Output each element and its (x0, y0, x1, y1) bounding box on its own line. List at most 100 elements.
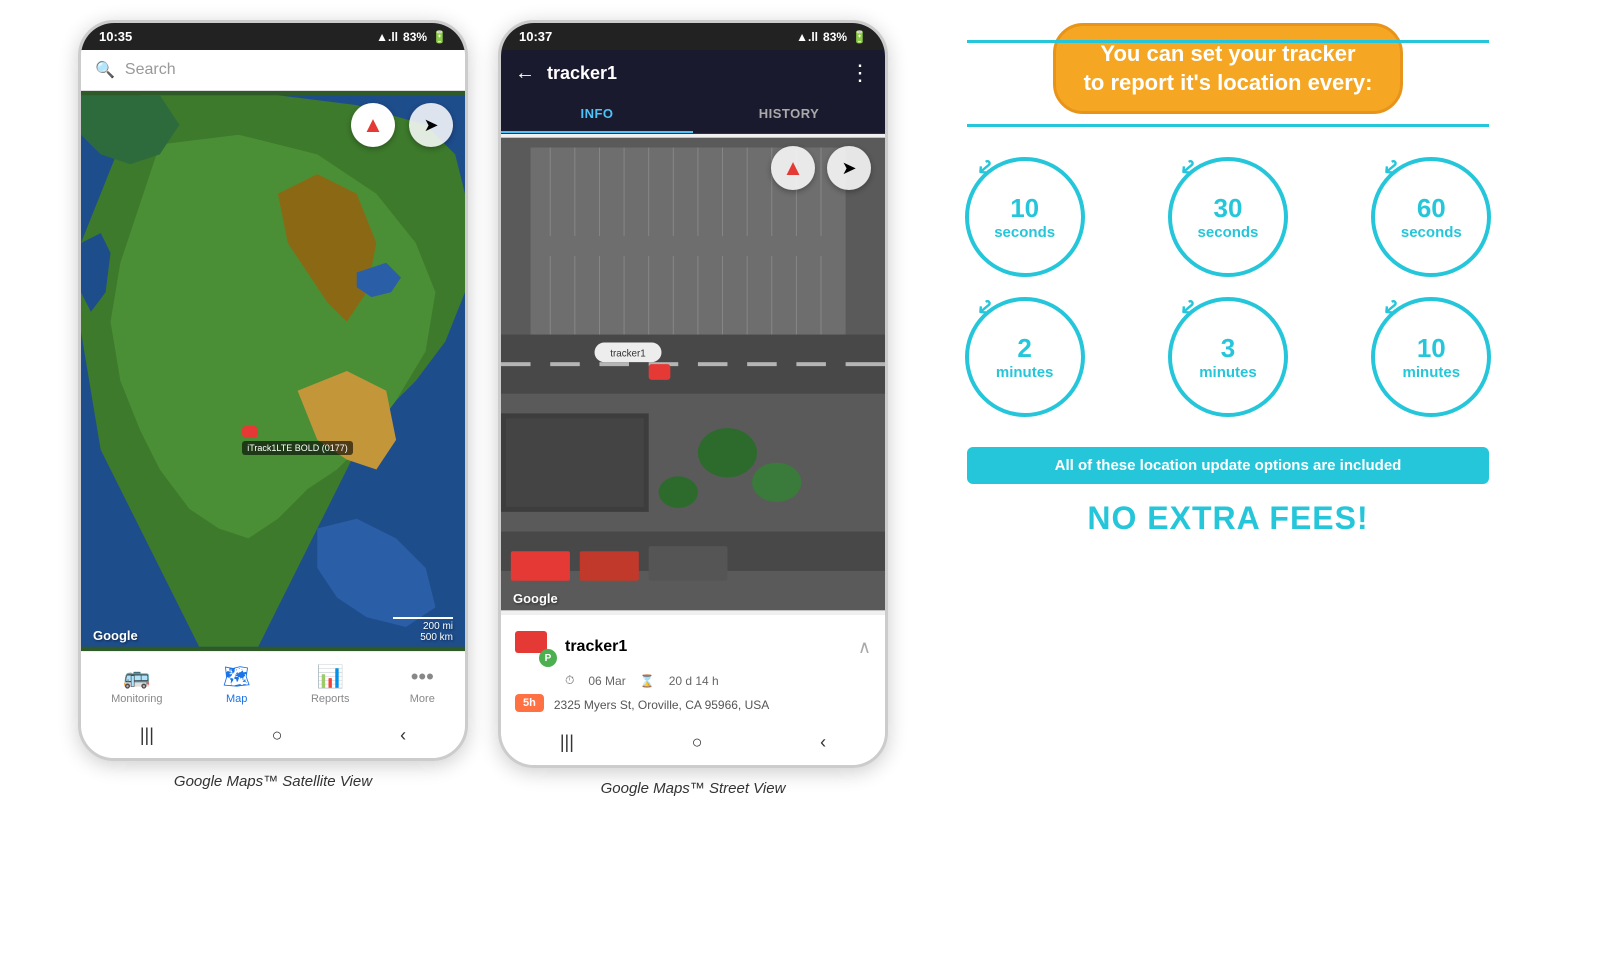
phone1-tracker-marker[interactable]: iTrack1LTE BOLD (0177) (242, 426, 353, 455)
circle-arrow-10s: ↩ (971, 153, 1000, 183)
info-headline: You can set your trackerto report it's l… (1053, 23, 1404, 114)
duration-icon: ⌛ (640, 674, 655, 688)
phone2-status-bar: 10:37 ▲.ll 83% 🔋 (501, 23, 885, 50)
tracker-car-icon (242, 426, 258, 438)
phone2-compass-btn[interactable]: ▲ (771, 146, 815, 190)
circle-10s-number: 10 (1010, 193, 1039, 224)
phone2-gesture-back-btn[interactable]: ‹ (820, 732, 826, 753)
circle-30s-unit: seconds (1198, 224, 1259, 241)
map-scale-phone1: 200 mi 500 km (393, 617, 453, 643)
tracker-duration: 20 d 14 h (669, 674, 719, 688)
phone2-battery: 83% (823, 30, 847, 44)
circle-arrow-30s: ↩ (1174, 153, 1203, 183)
phone2-gesture-menu-btn[interactable]: ||| (560, 732, 574, 753)
circle-3m-unit: minutes (1199, 364, 1257, 381)
circle-60s-unit: seconds (1401, 224, 1462, 241)
circle-10m-display: ↩ 10 minutes (1371, 297, 1491, 417)
tracker-label-text: iTrack1LTE BOLD (0177) (242, 441, 353, 455)
phone1-status-right: ▲.ll 83% 🔋 (376, 30, 447, 44)
tracker-info-header: P tracker1 ∧ (515, 627, 871, 667)
phone2-status-right: ▲.ll 83% 🔋 (796, 30, 867, 44)
nav-reports-label: Reports (311, 693, 350, 705)
phone1-bottom-nav: 🚌 Monitoring 🗺 Map 📊 Reports ••• More (81, 651, 465, 717)
gesture-back-btn[interactable]: ‹ (400, 725, 406, 746)
aerial-compass-icon: ▲ (782, 155, 804, 181)
no-extra-fees-banner: All of these location update options are… (967, 447, 1489, 484)
circle-10s: ↩ 10 seconds (938, 157, 1111, 277)
circle-60s-number: 60 (1417, 193, 1446, 224)
phone2: 10:37 ▲.ll 83% 🔋 ← tracker1 ⋮ INFO HISTO… (498, 20, 888, 768)
nav-monitoring[interactable]: 🚌 Monitoring (101, 660, 172, 709)
phone2-header: ← tracker1 ⋮ (501, 50, 885, 96)
headline-text: You can set your trackerto report it's l… (1084, 41, 1373, 95)
panel-expand-btn[interactable]: ∧ (858, 637, 871, 658)
tracker-meta: ⏱ 06 Mar ⌛ 20 d 14 h (515, 673, 871, 688)
circle-10s-unit: seconds (994, 224, 1055, 241)
nav-reports[interactable]: 📊 Reports (301, 660, 360, 709)
gesture-menu-btn[interactable]: ||| (140, 725, 154, 746)
tracker-info-panel: P tracker1 ∧ ⏱ 06 Mar ⌛ 20 d 14 h 5h 232… (501, 614, 885, 724)
monitoring-icon: 🚌 (123, 664, 150, 690)
more-icon: ••• (411, 664, 434, 690)
map-scale-line (393, 617, 453, 619)
tracker-address: 2325 Myers St, Oroville, CA 95966, USA (554, 698, 769, 712)
gesture-home-btn[interactable]: ○ (272, 725, 283, 746)
phone1: 10:35 ▲.ll 83% 🔋 🔍 Search (78, 20, 468, 761)
phone2-aerial-map: tracker1 ▲ ➤ Google (501, 134, 885, 614)
circle-arrow-2m: ↩ (971, 293, 1000, 323)
circle-3m-number: 3 (1221, 333, 1235, 364)
phone1-caption: Google Maps™ Satellite View (174, 773, 372, 790)
phone2-menu-btn[interactable]: ⋮ (849, 60, 871, 86)
search-icon: 🔍 (95, 60, 115, 80)
circle-2m-unit: minutes (996, 364, 1054, 381)
circle-3m-display: ↩ 3 minutes (1168, 297, 1288, 417)
phone2-caption: Google Maps™ Street View (601, 780, 786, 797)
tracker-icon-wrap: P (515, 627, 555, 667)
circle-30s-display: ↩ 30 seconds (1168, 157, 1288, 277)
circle-30s-number: 30 (1214, 193, 1243, 224)
tracker-name-label: tracker1 (565, 638, 627, 656)
circle-60s: ↩ 60 seconds (1345, 157, 1518, 277)
phone1-battery: 83% (403, 30, 427, 44)
phone1-search-bar[interactable]: 🔍 Search (81, 50, 465, 91)
time-badge: 5h (515, 694, 544, 712)
navigate-icon: ➤ (423, 115, 438, 136)
nav-more[interactable]: ••• More (400, 660, 445, 709)
circle-10m-number: 10 (1417, 333, 1446, 364)
phone1-gesture-bar: ||| ○ ‹ (81, 717, 465, 758)
nav-map[interactable]: 🗺 Map (213, 660, 261, 709)
infographic-panel: You can set your trackerto report it's l… (918, 20, 1538, 557)
circle-arrow-10m: ↩ (1377, 293, 1406, 323)
circle-2m-number: 2 (1017, 333, 1031, 364)
satellite-map-svg (81, 91, 465, 651)
circle-2m: ↩ 2 minutes (938, 297, 1111, 417)
circle-10s-display: ↩ 10 seconds (965, 157, 1085, 277)
circle-30s: ↩ 30 seconds (1141, 157, 1314, 277)
phone1-battery-icon: 🔋 (432, 30, 447, 44)
phone2-navigate-btn[interactable]: ➤ (827, 146, 871, 190)
phone2-back-btn[interactable]: ← (515, 62, 535, 85)
no-extra-fees-text: NO EXTRA FEES! (1087, 500, 1368, 537)
tab-info[interactable]: INFO (501, 96, 693, 133)
circle-10m: ↩ 10 minutes (1345, 297, 1518, 417)
phone1-compass-btn[interactable]: ▲ (351, 103, 395, 147)
teal-line-top (967, 40, 1489, 43)
google-logo-phone1: Google (93, 628, 138, 643)
phone1-signal-icon: ▲.ll (376, 30, 398, 44)
google-logo-phone2: Google (513, 591, 558, 606)
phone2-title: tracker1 (547, 63, 837, 84)
circle-arrow-60s: ↩ (1377, 153, 1406, 183)
tab-history[interactable]: HISTORY (693, 96, 885, 133)
phone2-time: 10:37 (519, 29, 552, 44)
phone2-wrapper: 10:37 ▲.ll 83% 🔋 ← tracker1 ⋮ INFO HISTO… (498, 20, 888, 797)
circle-10m-unit: minutes (1403, 364, 1461, 381)
tracker-info-left: P tracker1 (515, 627, 627, 667)
banner-text: All of these location update options are… (1055, 457, 1402, 474)
phone2-gesture-home-btn[interactable]: ○ (692, 732, 703, 753)
teal-line-bottom (967, 124, 1489, 127)
aerial-map-svg: tracker1 (501, 134, 885, 614)
search-input[interactable]: Search (125, 61, 176, 79)
phone2-battery-icon: 🔋 (852, 30, 867, 44)
phone1-status-bar: 10:35 ▲.ll 83% 🔋 (81, 23, 465, 50)
phone1-navigate-btn[interactable]: ➤ (409, 103, 453, 147)
